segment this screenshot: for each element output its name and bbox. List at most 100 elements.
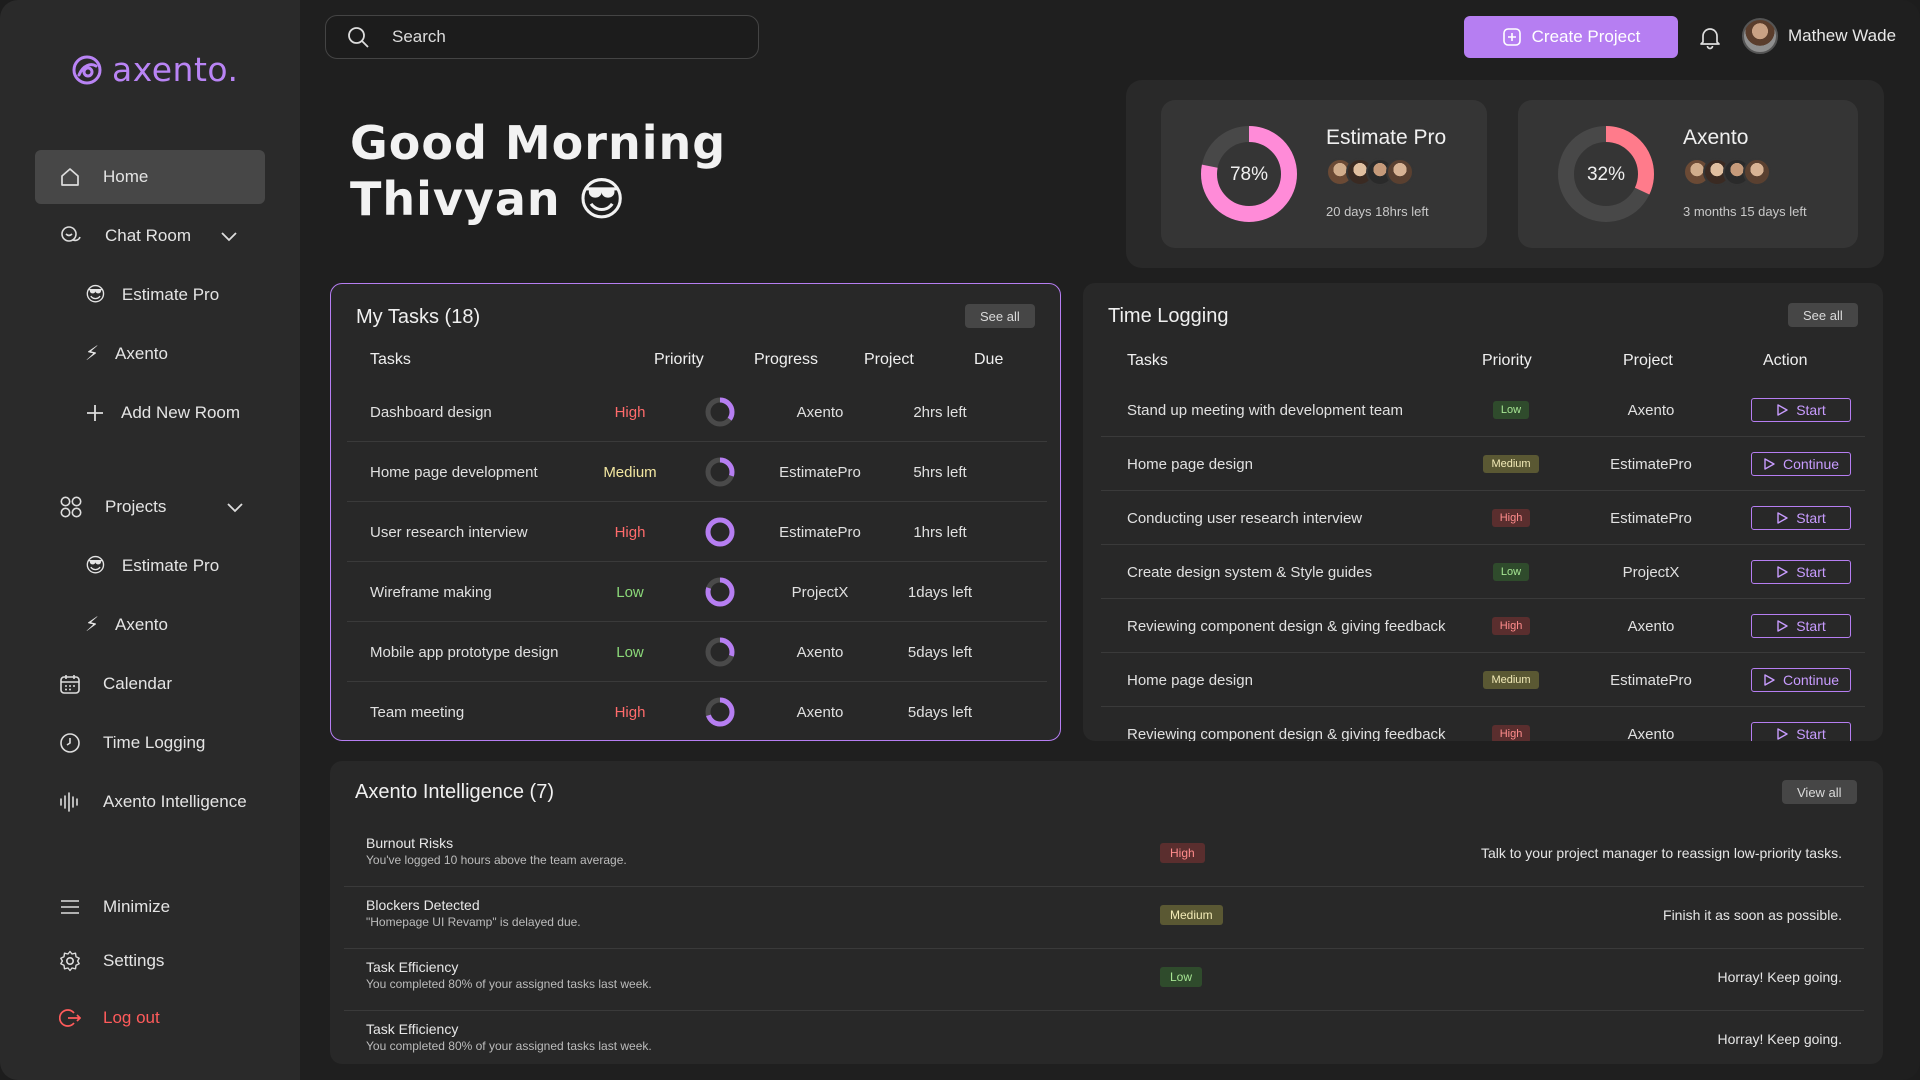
table-row[interactable]: Create design system & Style guides Low Pr… bbox=[1101, 545, 1865, 599]
team-avatars bbox=[1326, 158, 1414, 186]
user-menu[interactable]: Mathew Wade bbox=[1742, 18, 1896, 54]
table-row[interactable]: Home page development Medium EstimatePro 5h… bbox=[347, 442, 1047, 502]
table-row[interactable]: Conducting user research interview High Es… bbox=[1101, 491, 1865, 545]
sidebar-subitem-estimate-pro[interactable]: 😎 Estimate Pro bbox=[85, 546, 219, 586]
project-name: Estimate Pro bbox=[1326, 126, 1447, 149]
priority-badge: High bbox=[1491, 509, 1531, 527]
logout-button[interactable]: Log out bbox=[35, 991, 265, 1045]
table-row[interactable]: Home page design Medium EstimatePro Continu… bbox=[1101, 653, 1865, 707]
project-name: Axento bbox=[796, 703, 844, 721]
column-header: Project bbox=[864, 351, 914, 368]
project-card-estimate-pro[interactable]: 78% Estimate Pro 20 days 18hrs left bbox=[1161, 100, 1487, 248]
axento-intelligence-panel: Axento Intelligence (7) View all Burnout… bbox=[330, 761, 1883, 1064]
see-all-button[interactable]: See all bbox=[965, 304, 1035, 328]
insight-description: You've logged 10 hours above the team av… bbox=[366, 853, 627, 867]
table-row[interactable]: Stand up meeting with development team Lo… bbox=[1101, 383, 1865, 437]
start-button[interactable]: Start bbox=[1751, 614, 1851, 638]
see-all-button[interactable]: See all bbox=[1788, 303, 1858, 327]
table-row[interactable]: Wireframe making Low ProjectX 1days left bbox=[347, 562, 1047, 622]
priority-badge: High bbox=[1160, 843, 1205, 863]
time-logging-title: Time Logging bbox=[1108, 305, 1229, 327]
project-card-axento[interactable]: 32% Axento 3 months 15 days left bbox=[1518, 100, 1858, 248]
project-name: EstimatePro bbox=[1610, 671, 1692, 689]
sidebar-item-settings[interactable]: Settings bbox=[35, 934, 265, 988]
sidebar-item-calendar[interactable]: Calendar bbox=[35, 657, 265, 711]
calendar-icon bbox=[60, 675, 80, 694]
menu-icon bbox=[61, 900, 79, 914]
chevron-down-icon[interactable] bbox=[219, 226, 239, 246]
lightning-emoji-icon: ⚡ bbox=[85, 614, 100, 636]
list-item[interactable]: Task Efficiency You completed 80% of your… bbox=[344, 1011, 1864, 1064]
progress-percent: 78% bbox=[1230, 164, 1268, 185]
action-cell: Start bbox=[1741, 491, 1861, 545]
action-label: Start bbox=[1796, 564, 1826, 580]
brand-logo[interactable]: axento. bbox=[70, 50, 239, 89]
add-new-room-button[interactable]: Add New Room bbox=[85, 393, 240, 433]
progress-ring-icon bbox=[705, 457, 735, 487]
table-row[interactable]: Dashboard design High Axento 2hrs left bbox=[347, 382, 1047, 442]
priority-badge: Low bbox=[1160, 967, 1203, 987]
column-header: Action bbox=[1763, 352, 1808, 369]
task-name: Reviewing component design & giving feed… bbox=[1127, 617, 1446, 635]
insight-title: Blockers Detected bbox=[366, 897, 480, 913]
sidebar-subitem-axento[interactable]: ⚡ Axento bbox=[85, 605, 168, 645]
user-name: Mathew Wade bbox=[1788, 26, 1897, 45]
project-name: Axento bbox=[1627, 617, 1675, 635]
team-avatars bbox=[1683, 158, 1771, 186]
start-button[interactable]: Start bbox=[1751, 398, 1851, 422]
table-row[interactable]: User research interview High EstimatePro 1h… bbox=[347, 502, 1047, 562]
chevron-down-icon[interactable] bbox=[225, 497, 245, 517]
start-button[interactable]: Start bbox=[1751, 506, 1851, 530]
start-button[interactable]: Start bbox=[1751, 722, 1851, 741]
start-button[interactable]: Start bbox=[1751, 560, 1851, 584]
sidebar-item-time-logging[interactable]: Time Logging bbox=[35, 716, 265, 770]
sunglasses-emoji-icon: 😎 bbox=[577, 172, 627, 226]
column-header: Project bbox=[1623, 352, 1673, 369]
avatar bbox=[1386, 158, 1414, 186]
sidebar-item-label: Projects bbox=[105, 497, 167, 516]
project-summary-panel: 78% Estimate Pro 20 days 18hrs left 32% … bbox=[1126, 80, 1884, 268]
app-window: axento. Home Chat Room 😎 Estimate Pro ⚡ … bbox=[0, 0, 1920, 1080]
sidebar-item-projects[interactable]: Projects bbox=[35, 480, 265, 534]
list-item[interactable]: Burnout Risks You've logged 10 hours abov… bbox=[344, 825, 1864, 887]
table-row[interactable]: Home page design Medium EstimatePro Continu… bbox=[1101, 437, 1865, 491]
sidebar-item-label: Chat Room bbox=[105, 226, 191, 245]
create-project-button[interactable]: Create Project bbox=[1464, 16, 1678, 58]
table-row[interactable]: Mobile app prototype design Low Axento 5day… bbox=[347, 622, 1047, 682]
bell-icon[interactable] bbox=[1697, 24, 1723, 50]
progress-ring-icon bbox=[705, 517, 735, 547]
progress-indicator bbox=[685, 622, 755, 682]
task-name: Stand up meeting with development team bbox=[1127, 401, 1403, 419]
sidebar-item-axento-intelligence[interactable]: Axento Intelligence bbox=[35, 775, 265, 829]
sidebar-item-chat-room[interactable]: Chat Room bbox=[35, 209, 265, 263]
search-input[interactable] bbox=[392, 27, 732, 47]
priority-badge-cell: Low bbox=[1461, 383, 1561, 437]
priority-badge: Medium bbox=[1160, 905, 1223, 925]
progress-indicator bbox=[685, 562, 755, 622]
play-icon bbox=[1777, 728, 1788, 740]
table-row[interactable]: Reviewing component design & giving feed… bbox=[1101, 599, 1865, 653]
table-row[interactable]: Reviewing component design & giving feed… bbox=[1101, 707, 1865, 741]
priority-badge: Medium bbox=[1483, 455, 1539, 473]
sidebar-item-home[interactable]: Home bbox=[35, 150, 265, 204]
project-name: Axento bbox=[1627, 401, 1675, 419]
continue-button[interactable]: Continue bbox=[1751, 452, 1851, 476]
priority-label: Low bbox=[616, 643, 644, 661]
table-row[interactable]: Team meeting High Axento 5days left bbox=[347, 682, 1047, 742]
progress-indicator bbox=[685, 442, 755, 502]
continue-button[interactable]: Continue bbox=[1751, 668, 1851, 692]
sidebar-subitem-estimate-pro[interactable]: 😎 Estimate Pro bbox=[85, 275, 219, 315]
view-all-button[interactable]: View all bbox=[1782, 780, 1857, 804]
search-bar[interactable] bbox=[325, 15, 759, 59]
progress-indicator bbox=[685, 382, 755, 442]
avatar bbox=[1742, 18, 1778, 54]
action-label: Start bbox=[1796, 510, 1826, 526]
list-item[interactable]: Blockers Detected "Homepage UI Revamp" is… bbox=[344, 887, 1864, 949]
priority-badge-cell: Medium bbox=[1461, 653, 1561, 707]
minimize-button[interactable]: Minimize bbox=[35, 880, 265, 934]
time-left: 3 months 15 days left bbox=[1683, 204, 1807, 219]
list-item[interactable]: Task Efficiency You completed 80% of your… bbox=[344, 949, 1864, 1011]
column-header: Priority bbox=[654, 351, 704, 368]
due-time: 5days left bbox=[907, 703, 973, 721]
sidebar-subitem-axento[interactable]: ⚡ Axento bbox=[85, 334, 168, 374]
